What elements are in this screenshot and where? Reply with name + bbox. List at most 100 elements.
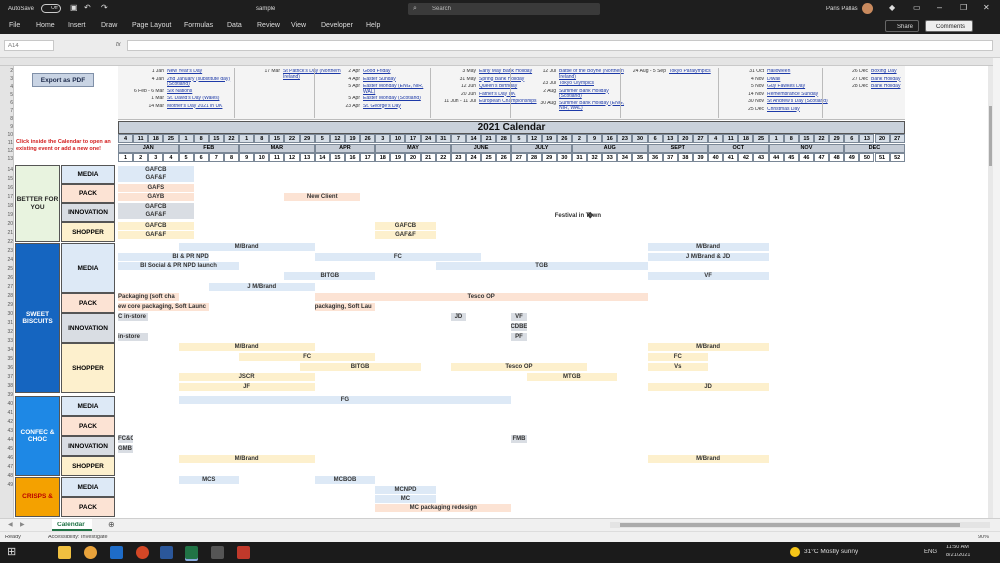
- event-bar[interactable]: FC&C: [118, 435, 134, 443]
- event-bar[interactable]: GAF&F: [118, 231, 194, 239]
- event-bar[interactable]: VF: [511, 313, 527, 321]
- holiday-link[interactable]: Battle of the Boyne (Northern Ireland): [559, 69, 625, 81]
- event-bar[interactable]: JF: [178, 383, 315, 391]
- event-bar[interactable]: BI Social & PR NPD launch: [118, 262, 240, 270]
- calendar-body[interactable]: BETTER FOR YOU MEDIA PACK INNOVATION SHOPPER…: [0, 165, 993, 518]
- holiday-link[interactable]: Christmas Day: [767, 107, 851, 113]
- weather-icon[interactable]: [790, 547, 800, 557]
- clock-time[interactable]: 11:50 AM: [946, 545, 969, 551]
- event-bar[interactable]: J M/Brand: [208, 283, 315, 291]
- excel-icon[interactable]: [185, 546, 198, 559]
- event-bar[interactable]: BITGB: [284, 272, 376, 280]
- undo-icon[interactable]: ↶: [84, 4, 91, 12]
- chrome-icon[interactable]: [84, 546, 97, 559]
- event-bar[interactable]: BITGB: [299, 363, 421, 371]
- language-indicator[interactable]: ENG: [924, 549, 937, 555]
- event-bar[interactable]: VF: [647, 272, 769, 280]
- export-pdf-button[interactable]: Export as PDF: [32, 73, 94, 87]
- comments-button[interactable]: Comments: [925, 20, 973, 32]
- next-sheet-icon[interactable]: ▶: [20, 522, 25, 528]
- holiday-link[interactable]: St Andrew's Day (Scotland): [767, 99, 851, 105]
- event-bar[interactable]: C in-store: [118, 313, 149, 321]
- holiday-link[interactable]: St. George's Day: [363, 104, 447, 110]
- event-bar[interactable]: GAFCB: [118, 222, 194, 230]
- tab-home[interactable]: Home: [36, 22, 55, 29]
- event-bar[interactable]: ew core packaging, Soft Launc: [118, 303, 209, 311]
- holiday-link[interactable]: Tokyo Olympics: [559, 81, 643, 87]
- event-bar[interactable]: MCBOB: [314, 476, 376, 484]
- event-bar[interactable]: Vs: [647, 363, 709, 371]
- acrobat-icon[interactable]: [237, 546, 250, 559]
- save-icon[interactable]: ▣: [70, 4, 78, 12]
- tab-view[interactable]: View: [291, 22, 306, 29]
- event-bar[interactable]: CDBE: [511, 323, 527, 331]
- avatar[interactable]: [862, 3, 873, 14]
- event-bar[interactable]: FG: [178, 396, 512, 404]
- event-bar[interactable]: FMB: [511, 435, 527, 443]
- maximize-icon[interactable]: ❐: [960, 4, 967, 12]
- event-bar[interactable]: New Client: [284, 193, 361, 201]
- holiday-link[interactable]: St. David's Day (Wales): [167, 96, 251, 102]
- event-bar[interactable]: MTGB: [526, 373, 618, 381]
- tab-review[interactable]: Review: [257, 22, 280, 29]
- horizontal-scrollbar[interactable]: [610, 522, 990, 528]
- event-bar[interactable]: BI & PR NPD: [118, 253, 209, 261]
- tab-developer[interactable]: Developer: [321, 22, 353, 29]
- word-icon[interactable]: [160, 546, 173, 559]
- holiday-link[interactable]: Summer Bank Holiday (Scotland): [559, 89, 625, 101]
- event-bar[interactable]: packaging, Soft Lau: [314, 303, 376, 311]
- ribbon-display-icon[interactable]: ▭: [913, 4, 921, 12]
- event-bar[interactable]: GAYB: [118, 193, 194, 201]
- event-bar[interactable]: GAFS: [118, 184, 194, 192]
- event-bar[interactable]: GAFCB: [375, 222, 436, 230]
- diamond-icon[interactable]: ◆: [889, 4, 895, 12]
- accessibility-status[interactable]: Accessibility: Investigate: [48, 535, 108, 541]
- autosave-toggle[interactable]: Off: [41, 4, 61, 13]
- event-label-festival[interactable]: Festival in Town: [555, 213, 601, 219]
- event-bar[interactable]: MC: [375, 495, 436, 503]
- event-bar[interactable]: Packaging (soft cha: [118, 293, 179, 301]
- share-button[interactable]: Share: [885, 20, 919, 32]
- event-bar[interactable]: GAF&F: [118, 174, 194, 182]
- clock-date[interactable]: 8/21/2021: [946, 553, 970, 559]
- event-bar[interactable]: PF: [511, 333, 527, 341]
- holiday-link[interactable]: 2nd January (substitute day) (Scotland): [167, 77, 233, 89]
- sheet-tab-calendar[interactable]: Calendar: [52, 519, 92, 531]
- holiday-link[interactable]: Summer Bank Holiday (ENG, NIR, WAL): [559, 101, 625, 113]
- event-bar[interactable]: J M/Brand & JD: [647, 253, 769, 261]
- file-explorer-icon[interactable]: [58, 546, 71, 559]
- redo-icon[interactable]: ↷: [101, 4, 108, 12]
- event-bar[interactable]: GMB: [118, 445, 134, 453]
- event-bar[interactable]: JD: [647, 383, 769, 391]
- event-bar[interactable]: GAF&F: [375, 231, 436, 239]
- add-sheet-icon[interactable]: ⊕: [108, 521, 115, 529]
- event-bar[interactable]: FC: [314, 253, 482, 261]
- event-bar[interactable]: MCNPD: [375, 486, 436, 494]
- event-bar[interactable]: TGB: [435, 262, 648, 270]
- event-bar[interactable]: MCS: [178, 476, 240, 484]
- event-bar[interactable]: GAF&F: [118, 211, 194, 219]
- zoom-level[interactable]: 90%: [978, 535, 989, 541]
- event-bar[interactable]: M/Brand: [647, 343, 769, 351]
- tab-data[interactable]: Data: [227, 22, 242, 29]
- holiday-link[interactable]: Remembrance Sunday: [767, 92, 851, 98]
- event-bar[interactable]: M/Brand: [178, 243, 315, 251]
- event-bar[interactable]: FC: [239, 353, 376, 361]
- event-bar[interactable]: GAFCB: [118, 166, 194, 174]
- weather-text[interactable]: 31°C Mostly sunny: [804, 549, 858, 556]
- event-bar[interactable]: FC: [647, 353, 709, 361]
- app-icon[interactable]: [211, 546, 224, 559]
- fx-icon[interactable]: fx: [116, 42, 121, 48]
- outlook-icon[interactable]: [110, 546, 123, 559]
- event-bar[interactable]: M/Brand: [178, 455, 315, 463]
- event-bar[interactable]: M/Brand: [647, 243, 769, 251]
- prev-sheet-icon[interactable]: ◀: [8, 522, 13, 528]
- tab-page-layout[interactable]: Page Layout: [132, 22, 171, 29]
- vertical-scrollbar[interactable]: [988, 66, 993, 518]
- event-bar[interactable]: M/Brand: [178, 343, 315, 351]
- close-icon[interactable]: ✕: [983, 4, 990, 12]
- tab-formulas[interactable]: Formulas: [184, 22, 213, 29]
- holiday-link[interactable]: Six Nations: [167, 89, 251, 95]
- formula-input[interactable]: [127, 40, 993, 51]
- holiday-link[interactable]: Easter Monday (ENG, NIR, WAL): [363, 84, 429, 96]
